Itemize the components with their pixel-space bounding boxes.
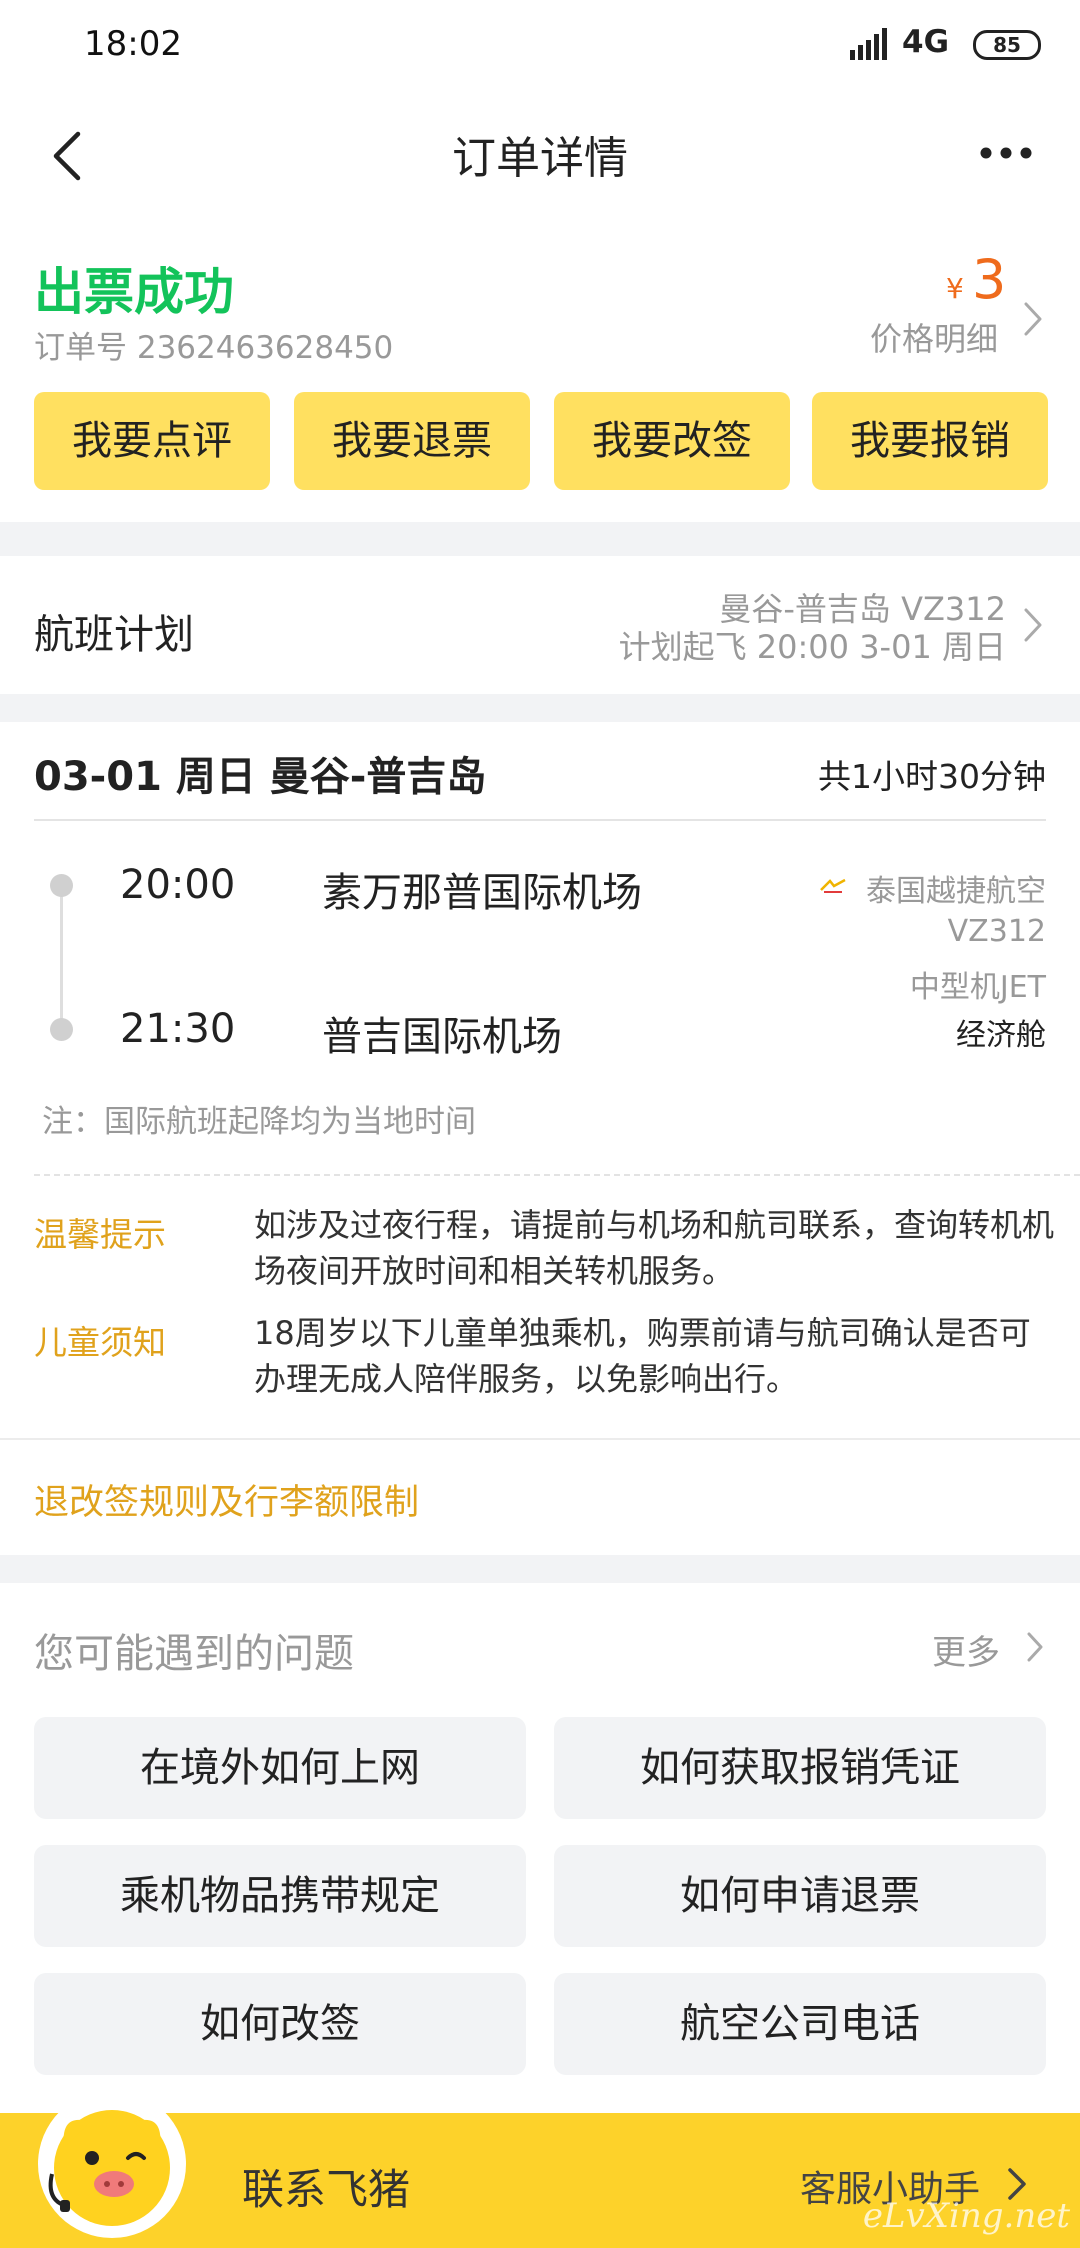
divider — [0, 1438, 1080, 1440]
refund-button[interactable]: 我要退票 — [294, 392, 530, 490]
signal-icon — [850, 28, 887, 60]
flight-plan-time: 计划起飞 20:00 3-01 周日 — [618, 628, 1006, 666]
divider — [34, 1174, 1080, 1176]
nav-bar: 订单详情 — [0, 88, 1080, 230]
change-button[interactable]: 我要改签 — [554, 392, 790, 490]
departure-dot — [50, 874, 73, 897]
order-number: 订单号 2362463628450 — [34, 330, 394, 366]
faq-title: 您可能遇到的问题 — [34, 1631, 354, 1677]
chevron-right-icon[interactable] — [1020, 602, 1046, 648]
flight-number: VZ312 — [947, 914, 1046, 949]
faq-section: 您可能遇到的问题 更多 在境外如何上网 如何获取报销凭证 乘机物品携带规定 如何… — [0, 1583, 1080, 2113]
flight-details-card: 03-01 周日 曼谷-普吉岛 共1小时30分钟 20:00 素万那普国际机场 … — [0, 722, 1080, 1555]
chevron-right-icon[interactable] — [1020, 296, 1046, 342]
departure-airport: 素万那普国际机场 — [322, 870, 642, 916]
price-currency: ¥ — [946, 272, 964, 305]
tip-text-warm: 如涉及过夜行程，请提前与机场和航司联系，查询转机机场夜间开放时间和相关转机服务。 — [254, 1206, 1055, 1290]
order-status: 出票成功 — [34, 263, 234, 321]
faq-more-link[interactable]: 更多 — [932, 1625, 1000, 1674]
page-title: 订单详情 — [452, 133, 628, 184]
departure-time: 20:00 — [120, 862, 236, 908]
order-summary: 出票成功 订单号 2362463628450 ¥ 3 价格明细 我要点评 我要退… — [0, 230, 1080, 522]
faq-item[interactable]: 如何申请退票 — [554, 1845, 1046, 1947]
airline-name: 泰国越捷航空 — [866, 874, 1046, 909]
cabin-class: 经济舱 — [956, 1018, 1046, 1053]
mascot-icon[interactable] — [36, 2088, 188, 2240]
reimburse-button[interactable]: 我要报销 — [812, 392, 1048, 490]
arrival-dot — [50, 1018, 73, 1041]
rules-link[interactable]: 退改签规则及行李额限制 — [34, 1474, 419, 1525]
faq-item[interactable]: 航空公司电话 — [554, 1973, 1046, 2075]
airline-logo-icon — [820, 878, 846, 893]
arrival-airport: 普吉国际机场 — [322, 1014, 562, 1060]
watermark: eLvXing.net — [862, 2196, 1070, 2236]
contact-title[interactable]: 联系飞猪 — [242, 2156, 410, 2217]
flight-duration: 共1小时30分钟 — [818, 757, 1046, 796]
chevron-right-icon[interactable] — [1024, 1627, 1046, 1667]
battery-icon: 85 — [973, 30, 1041, 60]
battery-level: 85 — [993, 33, 1021, 57]
price-amount[interactable]: 3 — [972, 248, 1006, 311]
faq-item[interactable]: 在境外如何上网 — [34, 1717, 526, 1819]
tip-label-children: 儿童须知 — [34, 1323, 166, 1362]
tip-text-children: 18周岁以下儿童单独乘机，购票前请与航司确认是否可办理无成人陪伴服务，以免影响出… — [254, 1314, 1031, 1398]
price-detail-link[interactable]: 价格明细 — [870, 314, 998, 360]
faq-item[interactable]: 乘机物品携带规定 — [34, 1845, 526, 1947]
local-time-note: 注：国际航班起降均为当地时间 — [42, 1104, 476, 1140]
divider — [34, 819, 1046, 821]
timeline-line — [60, 885, 63, 1033]
network-type: 4G — [902, 24, 950, 60]
arrival-time: 21:30 — [120, 1006, 236, 1052]
flight-date-route: 03-01 周日 曼谷-普吉岛 — [34, 754, 487, 800]
status-bar: 18:02 4G 85 — [0, 0, 1080, 88]
tip-label-warm: 温馨提示 — [34, 1215, 166, 1254]
status-time: 18:02 — [84, 24, 182, 64]
aircraft-type: 中型机JET — [909, 970, 1046, 1005]
more-icon[interactable] — [976, 138, 1036, 168]
flight-plan-label: 航班计划 — [34, 612, 194, 658]
faq-item[interactable]: 如何获取报销凭证 — [554, 1717, 1046, 1819]
faq-item[interactable]: 如何改签 — [34, 1973, 526, 2075]
flight-plan-row[interactable]: 航班计划 曼谷-普吉岛 VZ312 计划起飞 20:00 3-01 周日 — [0, 556, 1080, 694]
review-button[interactable]: 我要点评 — [34, 392, 270, 490]
